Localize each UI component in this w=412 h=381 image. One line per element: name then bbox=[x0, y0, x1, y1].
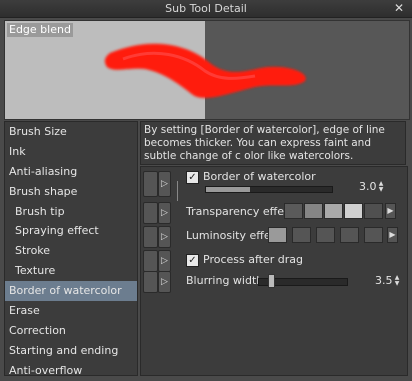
show-in-palette-toggle[interactable] bbox=[143, 271, 158, 293]
category-brush-shape[interactable]: Brush shape bbox=[5, 182, 137, 202]
category-erase[interactable]: Erase bbox=[5, 301, 137, 321]
swatch-arrow-icon[interactable]: ▶ bbox=[385, 203, 396, 219]
show-in-palette-toggle[interactable] bbox=[143, 202, 158, 224]
slider-fill bbox=[206, 187, 250, 192]
setting-transparency-effect: ▷ Transparency effect ▶ bbox=[141, 200, 407, 224]
setting-process-after-drag: ▷ ✓ Process after drag bbox=[141, 248, 407, 272]
category-border-of-watercolor[interactable]: Border of watercolor bbox=[5, 281, 137, 302]
process-after-drag-label: Process after drag bbox=[203, 253, 303, 266]
transparency-effect-label: Transparency effect bbox=[186, 205, 295, 218]
transparency-curve-swatches[interactable]: ▶ bbox=[284, 203, 404, 219]
blurring-width-label: Blurring width bbox=[186, 274, 264, 287]
description-text: By setting [Border of watercolor], edge … bbox=[140, 121, 406, 165]
border-of-watercolor-value: 3.0 bbox=[359, 180, 377, 193]
show-in-palette-toggle[interactable] bbox=[143, 171, 158, 197]
title-bar: Sub Tool Detail ✕ bbox=[0, 0, 412, 18]
category-spraying-effect[interactable]: Spraying effect bbox=[5, 221, 137, 241]
border-of-watercolor-checkbox[interactable]: ✓ bbox=[186, 171, 199, 184]
luminosity-curve-swatches[interactable]: ▶ bbox=[268, 227, 404, 243]
slider-handle[interactable] bbox=[268, 274, 275, 288]
category-brush-tip[interactable]: Brush tip bbox=[5, 202, 137, 222]
luminosity-effect-label: Luminosity effect bbox=[186, 229, 281, 242]
expand-arrow-icon[interactable]: ▷ bbox=[158, 271, 171, 293]
show-in-palette-toggle[interactable] bbox=[143, 226, 158, 248]
swatch-arrow-icon[interactable]: ▶ bbox=[387, 227, 398, 243]
stroke-preview: Edge blend bbox=[4, 20, 410, 120]
close-icon[interactable]: ✕ bbox=[392, 1, 406, 15]
process-after-drag-checkbox[interactable]: ✓ bbox=[186, 254, 199, 267]
category-anti-aliasing[interactable]: Anti-aliasing bbox=[5, 162, 137, 182]
category-ink[interactable]: Ink bbox=[5, 142, 137, 162]
expand-arrow-icon[interactable]: ▷ bbox=[158, 171, 171, 197]
settings-panel: ▷ ✓ Border of watercolor 3.0 ▲ ▼ ▷ Transp… bbox=[140, 166, 408, 376]
value-spinner-icon[interactable]: ▲ ▼ bbox=[393, 275, 401, 287]
setting-blurring-width: ▷ Blurring width 3.5 ▲ ▼ bbox=[141, 269, 407, 293]
category-list: Brush Size Ink Anti-aliasing Brush shape… bbox=[4, 121, 138, 377]
preview-label: Edge blend bbox=[7, 23, 73, 37]
category-stroke[interactable]: Stroke bbox=[5, 241, 137, 261]
category-starting-and-ending[interactable]: Starting and ending bbox=[5, 341, 137, 361]
category-correction[interactable]: Correction bbox=[5, 321, 137, 341]
border-of-watercolor-label: Border of watercolor bbox=[203, 170, 316, 183]
setting-border-of-watercolor: ▷ ✓ Border of watercolor 3.0 ▲ ▼ bbox=[141, 169, 407, 201]
category-texture[interactable]: Texture bbox=[5, 261, 137, 281]
setting-luminosity-effect: ▷ Luminosity effect ▶ bbox=[141, 224, 407, 248]
expand-arrow-icon[interactable]: ▷ bbox=[158, 202, 171, 224]
category-brush-size[interactable]: Brush Size bbox=[5, 122, 137, 142]
window-title: Sub Tool Detail bbox=[165, 2, 247, 15]
expand-arrow-icon[interactable]: ▷ bbox=[158, 226, 171, 248]
border-of-watercolor-slider[interactable] bbox=[205, 186, 333, 193]
tree-line bbox=[177, 181, 178, 201]
value-spinner-icon[interactable]: ▲ ▼ bbox=[377, 181, 385, 193]
blurring-width-value: 3.5 bbox=[375, 274, 393, 287]
